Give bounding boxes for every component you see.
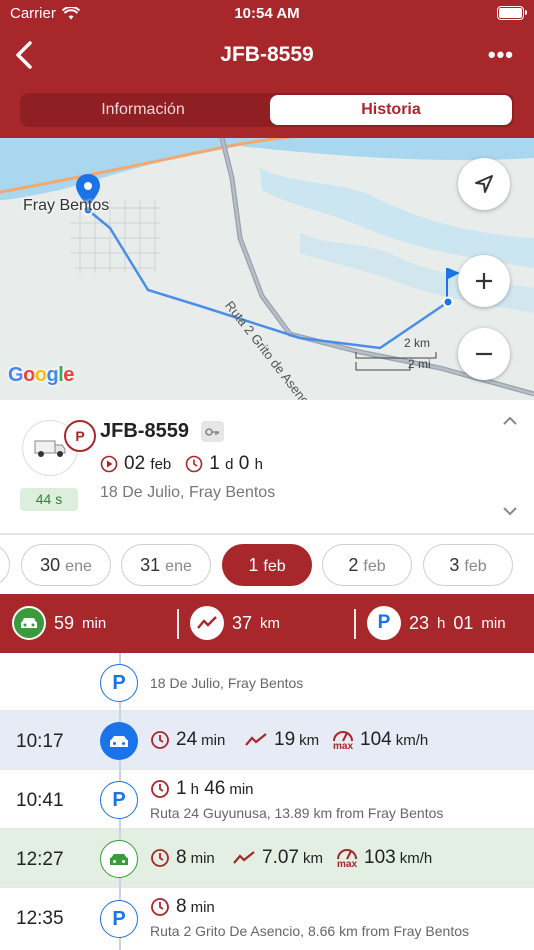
date-pill[interactable]: 2 feb bbox=[322, 544, 412, 586]
tab-informacion[interactable]: Información bbox=[22, 95, 264, 125]
drive-max-speed: max 104 km/h bbox=[332, 729, 429, 752]
row-time: 12:35 bbox=[16, 908, 64, 929]
map-view[interactable]: Fray Bentos Ruta 2 Grito de Asencio 2 km… bbox=[0, 138, 534, 400]
nav-bar: JFB-8559 ••• bbox=[0, 28, 534, 86]
park-duration: 1h 46 min bbox=[150, 778, 254, 800]
map-scale-mi: 2 mi bbox=[408, 357, 431, 371]
speedometer-icon: max bbox=[332, 729, 354, 752]
clock-icon bbox=[185, 455, 203, 473]
stop-address: 18 De Julio, Fray Bentos bbox=[150, 675, 304, 691]
google-logo: Google bbox=[8, 364, 74, 386]
trend-icon bbox=[245, 733, 267, 746]
stop-address: Ruta 24 Guyunusa, 13.89 km from Fray Ben… bbox=[150, 805, 444, 821]
expand-button[interactable] bbox=[502, 504, 518, 522]
park-duration: 8 min bbox=[150, 896, 215, 918]
row-time: 12:27 bbox=[16, 849, 64, 870]
date-pill[interactable]: 30 ene bbox=[21, 544, 111, 586]
date-pill[interactable]: 31 ene bbox=[121, 544, 211, 586]
minus-icon bbox=[476, 352, 492, 356]
chevron-up-icon bbox=[503, 416, 517, 425]
clock-icon bbox=[151, 780, 169, 798]
drive-max-speed: max 103 km/h bbox=[336, 847, 433, 870]
drive-duration: 8 min bbox=[150, 847, 215, 869]
trend-icon bbox=[190, 606, 224, 640]
drive-distance: 7.07 km bbox=[232, 847, 323, 869]
zoom-out-button[interactable] bbox=[458, 328, 510, 380]
date-pill-partial[interactable] bbox=[0, 544, 10, 586]
last-update-badge: 44 s bbox=[20, 488, 78, 511]
date-selector: 30 ene 31 ene 1 feb 2 feb 3 feb bbox=[0, 534, 534, 594]
parking-icon: P bbox=[100, 781, 138, 819]
parking-icon: P bbox=[100, 900, 138, 938]
day-summary-bar: 59 min 37 km P 23 h 01 min bbox=[0, 594, 534, 653]
status-bar: Carrier 10:54 AM bbox=[0, 0, 534, 28]
car-icon bbox=[100, 722, 138, 760]
car-icon bbox=[12, 606, 46, 640]
play-circle-icon bbox=[100, 455, 118, 473]
chevron-down-icon bbox=[503, 507, 517, 516]
timeline-row-drive[interactable]: 12:27 8 min 7.07 km max 103 km/h bbox=[0, 829, 534, 888]
divider bbox=[354, 609, 356, 639]
timeline-row-park[interactable]: 12:35 8 min Ruta 2 Grito De Asencio, 8.66… bbox=[0, 888, 534, 950]
clock: 10:54 AM bbox=[234, 5, 300, 22]
clock-icon bbox=[151, 898, 169, 916]
van-icon bbox=[34, 440, 66, 457]
battery-icon bbox=[497, 6, 527, 20]
collapse-button[interactable] bbox=[502, 414, 518, 432]
divider bbox=[177, 609, 179, 639]
drive-distance: 19 km bbox=[244, 729, 319, 751]
plus-icon bbox=[476, 273, 492, 289]
tab-bar: Información Historia bbox=[0, 86, 534, 138]
clock-icon bbox=[151, 731, 169, 749]
parked-status-badge: P bbox=[64, 420, 96, 452]
key-icon bbox=[201, 421, 224, 442]
segmented-control: Información Historia bbox=[20, 93, 514, 127]
trend-icon bbox=[233, 851, 255, 864]
date-pill-selected[interactable]: 1 feb bbox=[222, 544, 312, 586]
timeline-row-park[interactable]: 10:41 1h 46 min Ruta 24 Guyunusa, 13.89 k… bbox=[0, 770, 534, 829]
vehicle-status-row: 02 feb 1 d 0 h bbox=[100, 453, 263, 475]
row-time: 10:17 bbox=[16, 731, 64, 752]
tab-historia[interactable]: Historia bbox=[270, 95, 512, 125]
navigation-arrow-icon bbox=[475, 175, 493, 193]
vehicle-card[interactable]: P JFB-8559 02 feb 1 d 0 h 18 De Julio, F… bbox=[0, 400, 534, 534]
more-options-button[interactable]: ••• bbox=[488, 42, 514, 68]
timeline-row-park[interactable]: 18 De Julio, Fray Bentos bbox=[0, 653, 534, 711]
parking-icon: P bbox=[367, 606, 401, 640]
map-place-label: Fray Bentos bbox=[23, 197, 110, 214]
vehicle-address: 18 De Julio, Fray Bentos bbox=[100, 484, 276, 501]
drive-duration: 24 min bbox=[150, 729, 225, 751]
history-timeline[interactable]: 18 De Julio, Fray Bentos 10:17 24 min 19 k… bbox=[0, 653, 534, 950]
locate-button[interactable] bbox=[458, 158, 510, 210]
clock-icon bbox=[151, 849, 169, 867]
zoom-in-button[interactable] bbox=[458, 255, 510, 307]
vehicle-plate: JFB-8559 bbox=[100, 420, 189, 442]
summary-distance: 37 km bbox=[190, 606, 280, 640]
speedometer-icon: max bbox=[336, 847, 358, 870]
timeline-row-drive[interactable]: 10:17 24 min 19 km max 104 km/h bbox=[0, 711, 534, 770]
date-pill[interactable]: 3 feb bbox=[423, 544, 513, 586]
parking-icon: P bbox=[100, 664, 138, 702]
summary-parked-time: P 23 h 01 min bbox=[367, 606, 506, 640]
row-time: 10:41 bbox=[16, 790, 64, 811]
page-title: JFB-8559 bbox=[220, 43, 314, 66]
summary-drive-time: 59 min bbox=[12, 606, 106, 640]
map-scale-km: 2 km bbox=[404, 336, 431, 350]
stop-address: Ruta 2 Grito De Asencio, 8.66 km from Fr… bbox=[150, 923, 470, 939]
car-icon bbox=[100, 840, 138, 878]
